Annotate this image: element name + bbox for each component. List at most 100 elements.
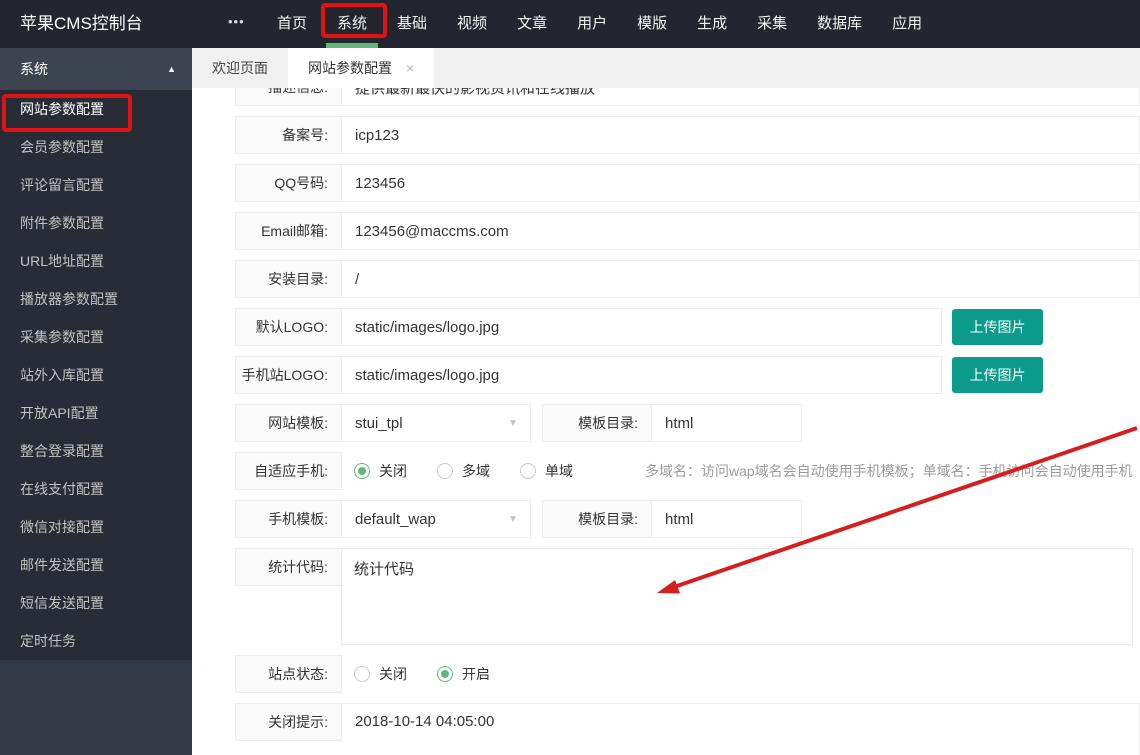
- site-params-form: 描述信息: 提供最新最快的影视资讯和在线播放 备案号: icp123 QQ号码:…: [235, 88, 1140, 755]
- sidebar-item-open-api[interactable]: 开放API配置: [0, 394, 192, 432]
- sidebar-group-system[interactable]: 系统 ▲: [0, 48, 192, 90]
- sidebar-group-label: 系统: [20, 61, 48, 77]
- sidebar: 系统 ▲ 网站参数配置 会员参数配置 评论留言配置 附件参数配置 URL地址配置…: [0, 48, 192, 755]
- sidebar-item-sms-config[interactable]: 短信发送配置: [0, 584, 192, 622]
- sidebar-item-url-config[interactable]: URL地址配置: [0, 242, 192, 280]
- mobile-template-select[interactable]: default_wap ▼: [342, 500, 531, 538]
- email-field[interactable]: 123456@maccms.com: [342, 212, 1140, 250]
- chevron-down-icon: ▼: [508, 514, 518, 525]
- install-dir-field[interactable]: /: [342, 260, 1140, 298]
- qq-field[interactable]: 123456: [342, 164, 1140, 202]
- form-row-adaptive: 自适应手机: 关闭 多域 单域 多域名：访问wap域名会自动使用手机模板；单域名…: [235, 452, 1140, 490]
- site-template-value: stui_tpl: [355, 415, 403, 432]
- radio-selected-icon: [437, 666, 453, 682]
- chevron-down-icon: ▼: [508, 418, 518, 429]
- adaptive-label: 自适应手机:: [235, 452, 342, 490]
- sidebar-item-collect-config[interactable]: 采集参数配置: [0, 318, 192, 356]
- mobile-template-dir-label: 模板目录:: [542, 500, 652, 538]
- form-row-icp: 备案号: icp123: [235, 116, 1140, 154]
- radio-selected-icon: [354, 463, 370, 479]
- form-row-stats-code: 统计代码: 统计代码: [235, 548, 1140, 645]
- sidebar-item-integrated-login[interactable]: 整合登录配置: [0, 432, 192, 470]
- sidebar-menu: 网站参数配置 会员参数配置 评论留言配置 附件参数配置 URL地址配置 播放器参…: [0, 90, 192, 660]
- top-nav-generate[interactable]: 生成: [682, 0, 742, 48]
- top-nav-video[interactable]: 视频: [442, 0, 502, 48]
- site-template-label: 网站模板:: [235, 404, 342, 442]
- site-status-radio-on[interactable]: 开启: [437, 664, 490, 684]
- main-content: 描述信息: 提供最新最快的影视资讯和在线播放 备案号: icp123 QQ号码:…: [192, 88, 1140, 755]
- stats-code-label: 统计代码:: [235, 548, 342, 586]
- mobile-logo-upload-button[interactable]: 上传图片: [952, 357, 1043, 393]
- site-status-label: 站点状态:: [235, 655, 342, 693]
- tab-bar: 欢迎页面 网站参数配置 ×: [192, 48, 1140, 88]
- adaptive-radio-off-label: 关闭: [379, 461, 407, 481]
- adaptive-hint-text: 多域名：访问wap域名会自动使用手机模板；单域名：手机访问会自动使用手机: [645, 461, 1133, 481]
- form-row-mobile-logo: 手机站LOGO: static/images/logo.jpg 上传图片: [235, 356, 1140, 394]
- top-nav-collect[interactable]: 采集: [742, 0, 802, 48]
- logo-upload-button[interactable]: 上传图片: [952, 309, 1043, 345]
- form-row-email: Email邮箱: 123456@maccms.com: [235, 212, 1140, 250]
- mobile-template-label: 手机模板:: [235, 500, 342, 538]
- close-tip-label: 关闭提示:: [235, 703, 342, 741]
- tab-site-params[interactable]: 网站参数配置 ×: [288, 48, 434, 88]
- sidebar-item-email-config[interactable]: 邮件发送配置: [0, 546, 192, 584]
- logo-label: 默认LOGO:: [235, 308, 342, 346]
- form-row-logo: 默认LOGO: static/images/logo.jpg 上传图片: [235, 308, 1140, 346]
- more-menu-icon[interactable]: •••: [228, 0, 245, 46]
- site-template-dir-label: 模板目录:: [542, 404, 652, 442]
- mobile-template-dir-field[interactable]: html: [652, 500, 802, 538]
- sidebar-item-online-payment[interactable]: 在线支付配置: [0, 470, 192, 508]
- site-template-dir-group: 模板目录: html: [542, 404, 802, 442]
- top-nav-home[interactable]: 首页: [262, 0, 322, 48]
- top-nav-user[interactable]: 用户: [562, 0, 622, 48]
- sidebar-item-member-params[interactable]: 会员参数配置: [0, 128, 192, 166]
- install-dir-label: 安装目录:: [235, 260, 342, 298]
- adaptive-radio-singledomain[interactable]: 单域: [520, 461, 573, 481]
- form-row-site-template: 网站模板: stui_tpl ▼ 模板目录: html: [235, 404, 1140, 442]
- site-template-dir-field[interactable]: html: [652, 404, 802, 442]
- tab-close-icon[interactable]: ×: [406, 60, 414, 76]
- tab-site-params-label: 网站参数配置: [308, 60, 392, 76]
- sidebar-item-offsite-config[interactable]: 站外入库配置: [0, 356, 192, 394]
- sidebar-item-site-params[interactable]: 网站参数配置: [0, 90, 192, 128]
- form-row-close-tip: 关闭提示: 2018-10-14 04:05:00: [235, 703, 1140, 755]
- site-status-radio-off-label: 关闭: [379, 664, 407, 684]
- top-bar: 苹果CMS控制台 ••• 首页 系统 基础 视频 文章 用户 模版 生成 采集 …: [0, 0, 1140, 48]
- sidebar-item-wechat-config[interactable]: 微信对接配置: [0, 508, 192, 546]
- mobile-logo-field[interactable]: static/images/logo.jpg: [342, 356, 942, 394]
- sidebar-item-comment-config[interactable]: 评论留言配置: [0, 166, 192, 204]
- top-nav-app[interactable]: 应用: [877, 0, 937, 48]
- description-label: 描述信息:: [235, 88, 342, 106]
- site-status-radio-on-label: 开启: [462, 664, 490, 684]
- icp-label: 备案号:: [235, 116, 342, 154]
- top-nav-database[interactable]: 数据库: [802, 0, 877, 48]
- radio-unselected-icon: [354, 666, 370, 682]
- site-status-radio-off[interactable]: 关闭: [354, 664, 407, 684]
- adaptive-radio-off[interactable]: 关闭: [354, 461, 407, 481]
- top-nav-basic[interactable]: 基础: [382, 0, 442, 48]
- sidebar-item-player-config[interactable]: 播放器参数配置: [0, 280, 192, 318]
- form-row-qq: QQ号码: 123456: [235, 164, 1140, 202]
- logo-field[interactable]: static/images/logo.jpg: [342, 308, 942, 346]
- form-row-mobile-template: 手机模板: default_wap ▼ 模板目录: html: [235, 500, 1140, 538]
- adaptive-radio-multidomain-label: 多域: [462, 461, 490, 481]
- sidebar-item-attachment-config[interactable]: 附件参数配置: [0, 204, 192, 242]
- top-nav-template[interactable]: 模版: [622, 0, 682, 48]
- form-row-description: 描述信息: 提供最新最快的影视资讯和在线播放: [235, 88, 1140, 106]
- top-nav-system[interactable]: 系统: [322, 0, 382, 48]
- qq-label: QQ号码:: [235, 164, 342, 202]
- sidebar-item-cron-tasks[interactable]: 定时任务: [0, 622, 192, 660]
- adaptive-options: 关闭 多域 单域 多域名：访问wap域名会自动使用手机模板；单域名：手机访问会自…: [342, 452, 1133, 490]
- top-nav: 首页 系统 基础 视频 文章 用户 模版 生成 采集 数据库 应用: [262, 0, 937, 48]
- top-nav-article[interactable]: 文章: [502, 0, 562, 48]
- icp-field[interactable]: icp123: [342, 116, 1140, 154]
- description-field[interactable]: 提供最新最快的影视资讯和在线播放: [342, 88, 1140, 106]
- site-template-select[interactable]: stui_tpl ▼: [342, 404, 531, 442]
- form-row-install-dir: 安装目录: /: [235, 260, 1140, 298]
- close-tip-field[interactable]: 2018-10-14 04:05:00: [342, 703, 1140, 755]
- adaptive-radio-multidomain[interactable]: 多域: [437, 461, 490, 481]
- mobile-template-value: default_wap: [355, 511, 436, 528]
- stats-code-textarea[interactable]: 统计代码: [341, 548, 1133, 645]
- tab-welcome[interactable]: 欢迎页面: [192, 48, 288, 88]
- app-title: 苹果CMS控制台: [20, 0, 143, 48]
